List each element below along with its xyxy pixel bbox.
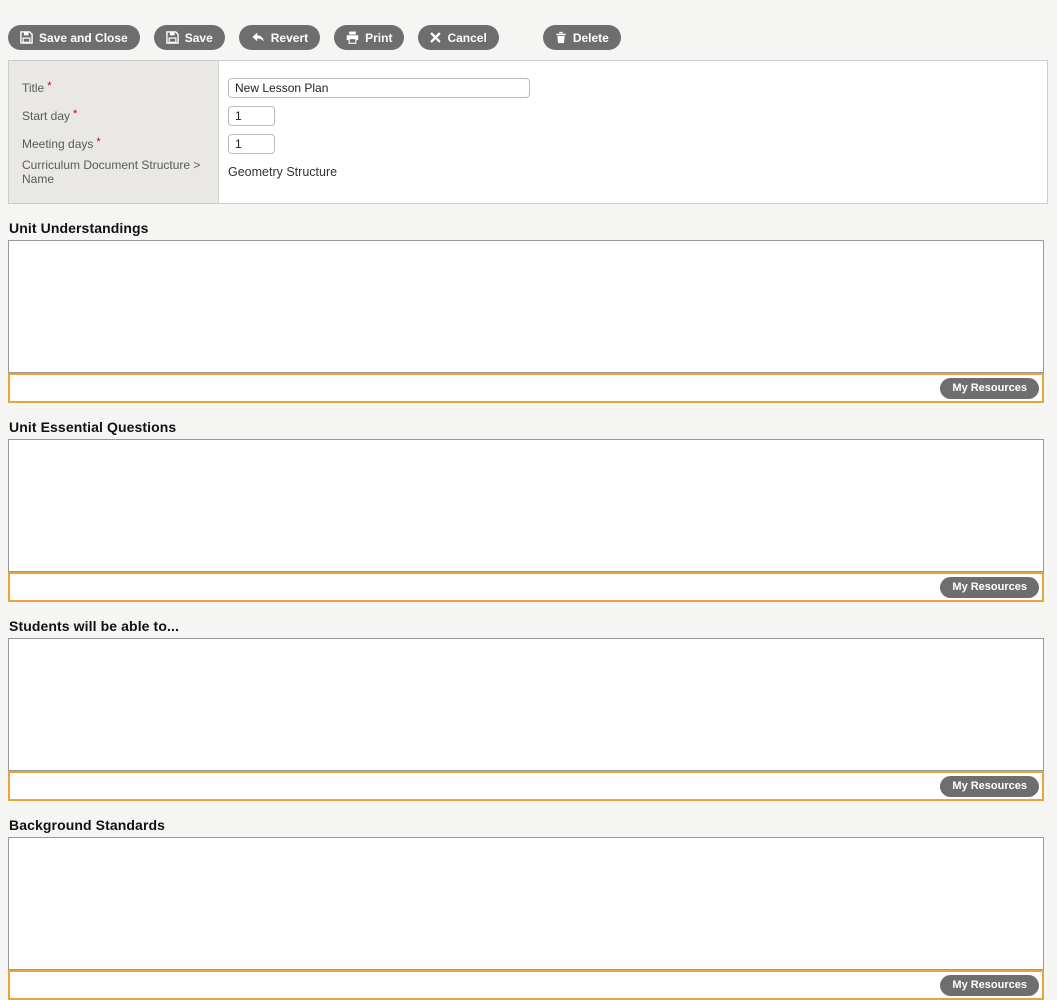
my-resources-button[interactable]: My Resources <box>940 577 1039 598</box>
unit-understandings-editor[interactable] <box>8 240 1044 373</box>
students-will-be-able-to-editor[interactable] <box>8 638 1044 771</box>
form-field-label: Title* <box>9 74 219 102</box>
section-background-standards: Background Standards My Resources <box>8 817 1044 1000</box>
printer-icon <box>346 31 359 44</box>
resource-bar: My Resources <box>8 373 1044 403</box>
section-title: Background Standards <box>9 817 1044 833</box>
section-title: Unit Essential Questions <box>9 419 1044 435</box>
section-students-will-be-able-to: Students will be able to... My Resources <box>8 618 1044 801</box>
section-title: Students will be able to... <box>9 618 1044 634</box>
unit-essential-questions-editor[interactable] <box>8 439 1044 572</box>
curriculum-document-structure-name-text: Geometry Structure <box>228 165 337 179</box>
my-resources-button[interactable]: My Resources <box>940 776 1039 797</box>
x-icon <box>430 32 441 43</box>
start-day-input[interactable] <box>228 106 275 126</box>
curriculum-document-structure-name-value-cell: Geometry Structure <box>219 158 1047 186</box>
undo-icon <box>251 31 265 44</box>
section-unit-essential-questions: Unit Essential Questions My Resources <box>8 419 1044 602</box>
save-icon <box>20 31 33 44</box>
print-button[interactable]: Print <box>334 25 404 50</box>
save-button[interactable]: Save <box>154 25 225 50</box>
resource-bar: My Resources <box>8 970 1044 1000</box>
meeting-days-input[interactable] <box>228 134 275 154</box>
meeting-days-value-cell <box>219 130 1047 158</box>
lesson-plan-header-form: Title* Start day* Meeting days* Curricul… <box>8 60 1048 204</box>
form-field-label: Curriculum Document Structure > Name <box>9 158 219 186</box>
background-standards-editor[interactable] <box>8 837 1044 970</box>
section-unit-understandings: Unit Understandings My Resources <box>8 220 1044 403</box>
resource-bar: My Resources <box>8 771 1044 801</box>
save-and-close-button[interactable]: Save and Close <box>8 25 140 50</box>
resource-bar: My Resources <box>8 572 1044 602</box>
trash-icon <box>555 31 567 44</box>
editor-sections: Unit Understandings My Resources Unit Es… <box>0 220 1057 1000</box>
save-icon <box>166 31 179 44</box>
section-title: Unit Understandings <box>9 220 1044 236</box>
title-input[interactable] <box>228 78 530 98</box>
form-field-label: Start day* <box>9 102 219 130</box>
my-resources-button[interactable]: My Resources <box>940 378 1039 399</box>
start-day-value-cell <box>219 102 1047 130</box>
my-resources-button[interactable]: My Resources <box>940 975 1039 996</box>
revert-button[interactable]: Revert <box>239 25 320 50</box>
title-value-cell <box>219 74 1047 102</box>
cancel-button[interactable]: Cancel <box>418 25 498 50</box>
toolbar: Save and Close Save Revert Print Cancel … <box>0 0 1057 60</box>
form-field-label: Meeting days* <box>9 130 219 158</box>
delete-button[interactable]: Delete <box>543 25 621 50</box>
